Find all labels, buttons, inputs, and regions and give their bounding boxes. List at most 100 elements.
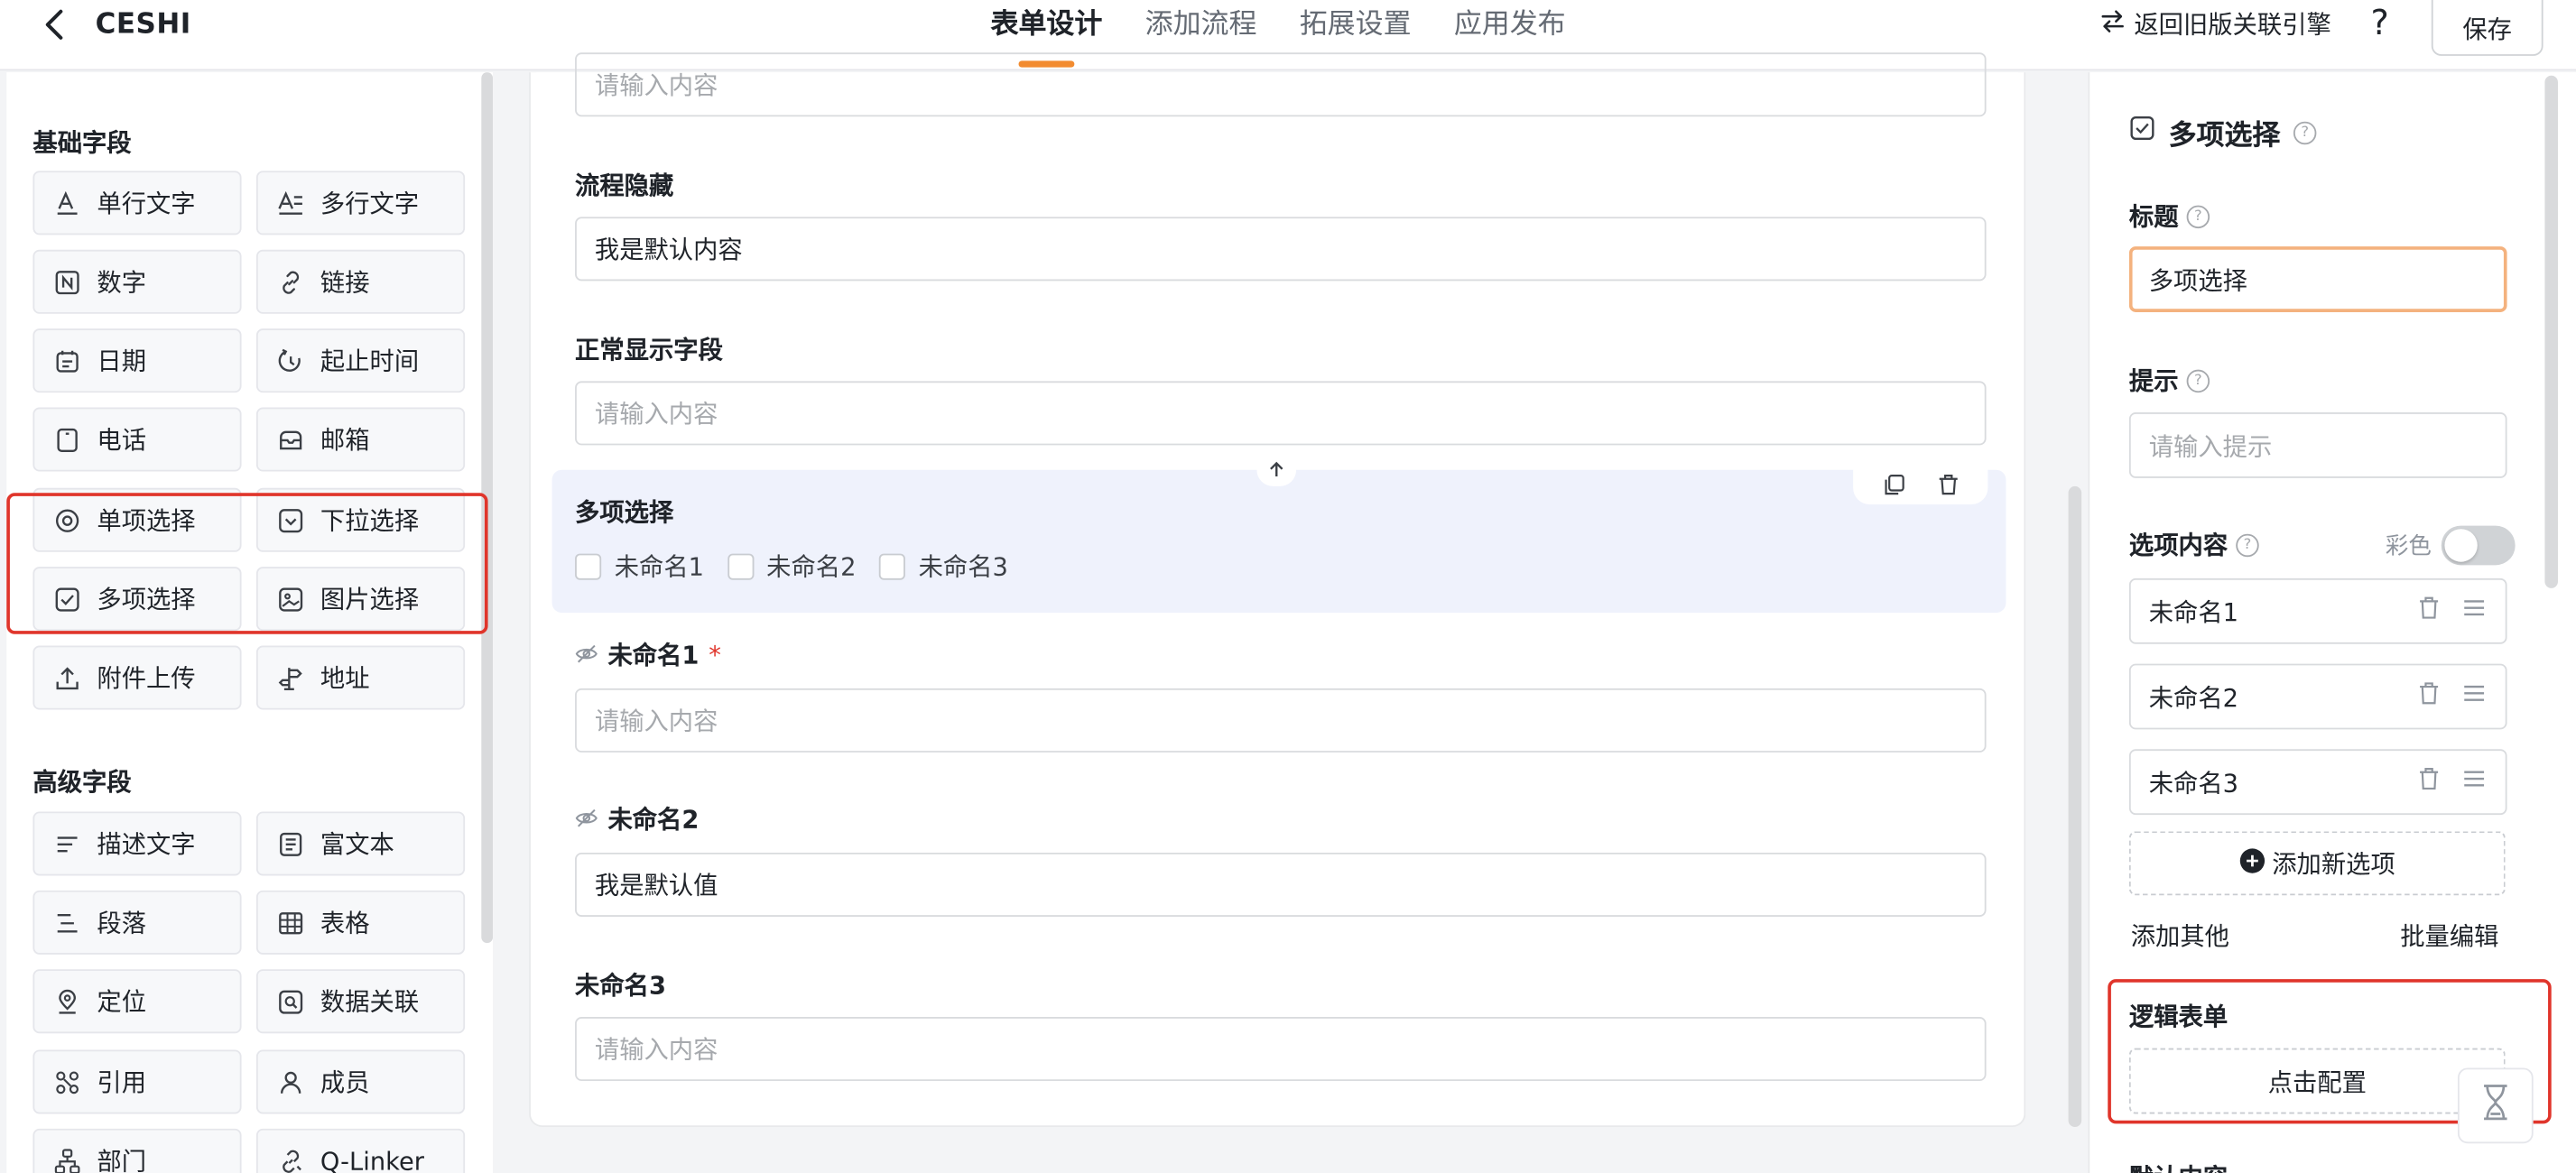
field-single-choice[interactable]: 单项选择 — [32, 487, 242, 552]
option-checkbox-3[interactable]: 未命名3 — [878, 549, 1008, 583]
drag-handle-icon[interactable] — [2462, 682, 2485, 712]
hourglass-icon — [2476, 1083, 2516, 1129]
eye-hidden-icon — [575, 804, 598, 834]
unnamed-2-input[interactable]: 我是默认值 — [575, 852, 1987, 917]
field-label-multi-choice: 多项选择 — [575, 497, 674, 528]
field-date[interactable]: 日期 — [32, 328, 242, 393]
help-circle-icon[interactable]: ? — [2186, 368, 2210, 393]
field-email[interactable]: 邮箱 — [255, 407, 466, 472]
field-department[interactable]: 部门 — [32, 1128, 242, 1173]
top-field-input[interactable]: 请输入内容 — [575, 52, 1987, 117]
help-circle-icon[interactable]: ? — [2236, 532, 2259, 557]
linker-icon — [278, 1148, 304, 1173]
table-icon — [278, 910, 304, 936]
logic-config-button[interactable]: 点击配置 — [2128, 1048, 2506, 1114]
title-input[interactable]: 多项选择 — [2128, 246, 2507, 312]
link-icon — [278, 269, 304, 295]
field-reference[interactable]: 引用 — [32, 1049, 242, 1114]
help-circle-icon[interactable]: ? — [2293, 120, 2317, 144]
field-dropdown[interactable]: 下拉选择 — [255, 487, 466, 552]
field-rich-text[interactable]: 富文本 — [255, 811, 466, 876]
field-data-association[interactable]: 数据关联 — [255, 969, 466, 1034]
save-button[interactable]: 保存 — [2431, 0, 2544, 56]
help-circle-icon[interactable]: ? — [2186, 204, 2210, 228]
back-arrow-icon[interactable] — [36, 6, 72, 42]
radio-icon — [54, 507, 80, 533]
logic-form-label: 逻辑表单 — [2128, 1002, 2229, 1032]
document-icon — [278, 830, 304, 856]
number-icon — [54, 269, 80, 295]
field-label-unnamed-3: 未命名3 — [575, 971, 666, 1001]
add-option-button[interactable]: 添加新选项 — [2128, 831, 2506, 896]
dropdown-icon — [278, 507, 304, 533]
component-title: 多项选择 ? — [2129, 112, 2317, 152]
field-number[interactable]: 数字 — [32, 249, 242, 314]
clock-refresh-icon — [278, 347, 304, 374]
multiline-text-icon — [278, 189, 304, 216]
legacy-engine-link[interactable]: 返回旧版关联引擎 — [2101, 6, 2331, 41]
options-label: 选项内容? — [2129, 527, 2259, 561]
search-box-icon — [278, 988, 304, 1014]
field-table[interactable]: 表格 — [255, 890, 466, 955]
trash-icon[interactable] — [2418, 596, 2440, 626]
field-attachment-upload[interactable]: 附件上传 — [32, 645, 242, 710]
hourglass-float-button[interactable] — [2457, 1067, 2534, 1144]
move-up-arrow-icon[interactable] — [1256, 453, 1297, 486]
plus-circle-icon — [2239, 847, 2266, 880]
delete-icon[interactable] — [1936, 471, 1959, 503]
nodes-icon — [54, 1068, 80, 1094]
default-content-label: 默认内容 — [2129, 1159, 2228, 1173]
unnamed-1-input[interactable]: 请输入内容 — [575, 688, 1987, 753]
field-single-line-text[interactable]: 单行文字 — [32, 171, 242, 236]
copy-icon[interactable] — [1882, 471, 1904, 503]
legacy-engine-label: 返回旧版关联引擎 — [2134, 9, 2331, 40]
required-mark: * — [709, 640, 721, 670]
field-q-linker[interactable]: Q-Linker — [255, 1128, 466, 1173]
field-multi-choice[interactable]: 多项选择 — [32, 567, 242, 632]
unnamed-3-input[interactable]: 请输入内容 — [575, 1017, 1987, 1082]
canvas-scrollbar[interactable] — [2068, 485, 2082, 1128]
checkbox-icon — [54, 586, 80, 612]
add-other-link[interactable]: 添加其他 — [2131, 919, 2229, 953]
field-description-text[interactable]: 描述文字 — [32, 811, 242, 876]
field-phone[interactable]: 电话 — [32, 407, 242, 472]
field-paragraph[interactable]: 段落 — [32, 890, 242, 955]
phone-icon — [54, 426, 80, 452]
field-link[interactable]: 链接 — [255, 249, 466, 314]
field-label-flow-hidden: 流程隐藏 — [575, 171, 674, 201]
location-pin-icon — [54, 988, 80, 1014]
trash-icon[interactable] — [2418, 767, 2440, 797]
option-checkbox-1[interactable]: 未命名1 — [575, 549, 704, 583]
flow-hidden-input[interactable]: 我是默认内容 — [575, 217, 1987, 282]
properties-scrollbar[interactable] — [2544, 75, 2558, 588]
field-location[interactable]: 定位 — [32, 969, 242, 1034]
basic-fields-title: 基础字段 — [32, 128, 132, 158]
field-image-choice[interactable]: 图片选择 — [255, 567, 466, 632]
color-toggle: 彩色 — [2386, 525, 2516, 566]
color-switch[interactable] — [2441, 525, 2516, 566]
batch-edit-link[interactable]: 批量编辑 — [2400, 919, 2498, 953]
option-row-3[interactable]: 未命名3 — [2128, 749, 2507, 816]
advanced-fields-title: 高级字段 — [32, 767, 132, 798]
trash-icon[interactable] — [2418, 682, 2440, 712]
field-member[interactable]: 成员 — [255, 1049, 466, 1114]
app-title: CESHI — [95, 8, 191, 42]
org-tree-icon — [54, 1148, 80, 1173]
checkbox-icon — [2129, 115, 2155, 149]
selected-field-card[interactable] — [551, 469, 2006, 614]
hint-input[interactable]: 请输入提示 — [2128, 412, 2507, 478]
field-time-range[interactable]: 起止时间 — [255, 328, 466, 393]
normal-display-input[interactable]: 请输入内容 — [575, 381, 1987, 446]
help-icon[interactable]: ? — [2370, 4, 2388, 43]
field-address[interactable]: 地址 — [255, 645, 466, 710]
drag-handle-icon[interactable] — [2462, 596, 2485, 626]
palette-scrollbar[interactable] — [481, 72, 494, 944]
paragraph-icon — [54, 910, 80, 936]
option-checkbox-2[interactable]: 未命名2 — [727, 549, 856, 583]
option-row-2[interactable]: 未命名2 — [2128, 663, 2507, 730]
drag-handle-icon[interactable] — [2462, 767, 2485, 797]
field-multi-line-text[interactable]: 多行文字 — [255, 171, 466, 236]
field-label-normal-display: 正常显示字段 — [575, 335, 723, 365]
option-row-1[interactable]: 未命名1 — [2128, 577, 2507, 644]
user-icon — [278, 1068, 304, 1094]
